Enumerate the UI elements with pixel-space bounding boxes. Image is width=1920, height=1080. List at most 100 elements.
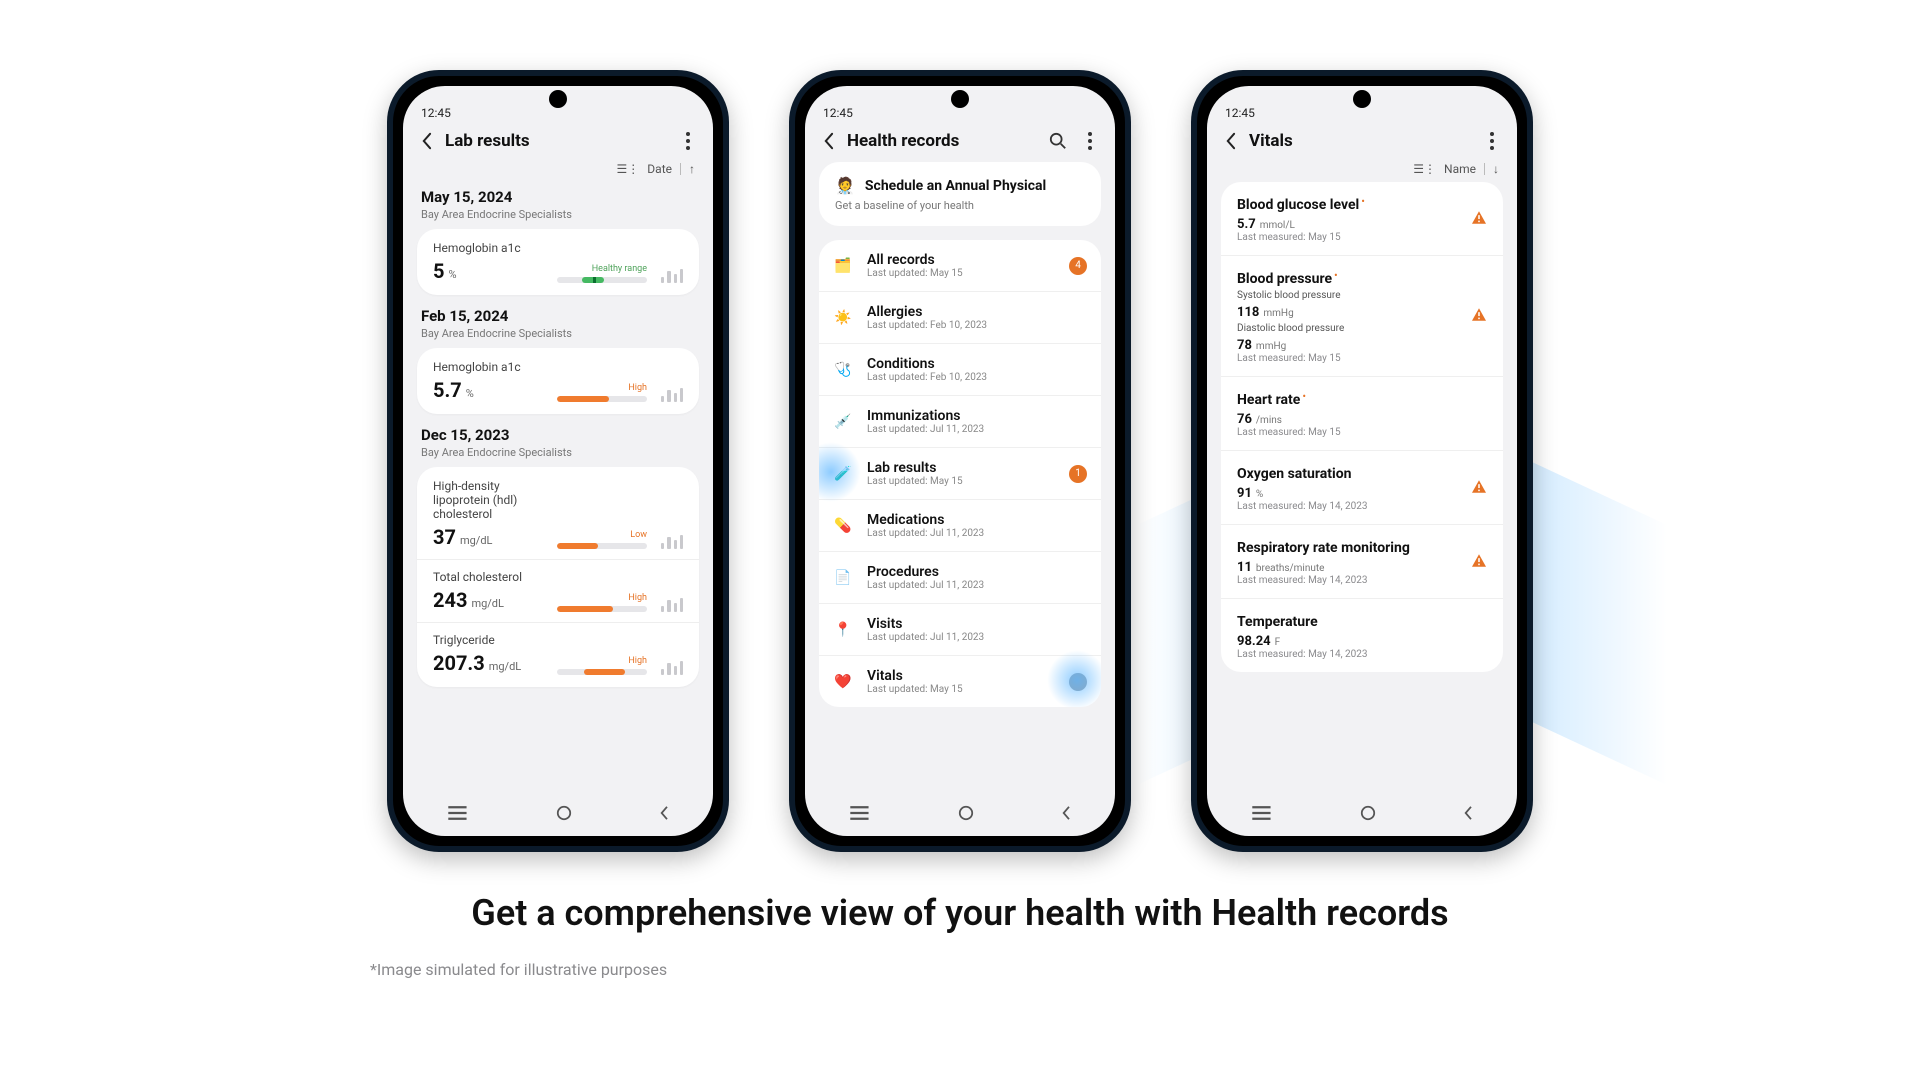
disclaimer: *Image simulated for illustrative purpos…: [370, 960, 667, 979]
screen-records: 12:45 Health records 🧑‍⚕️ Schedule an An…: [805, 86, 1115, 836]
record-title: All records: [867, 252, 1055, 268]
vitals-list: Blood glucose level•5.7mmol/LLast measur…: [1221, 182, 1503, 672]
record-badge: [1069, 673, 1087, 691]
back-button[interactable]: [819, 132, 837, 150]
vital-item-blood-glucose-level[interactable]: Blood glucose level•5.7mmol/LLast measur…: [1221, 182, 1503, 256]
recent-apps-button[interactable]: [446, 805, 469, 825]
vital-item-respiratory-rate-monitoring[interactable]: Respiratory rate monitoring11breaths/min…: [1221, 525, 1503, 599]
vital-value: 11: [1237, 560, 1252, 575]
vital-value: 98.24: [1237, 634, 1271, 649]
status-time: 12:45: [823, 106, 853, 120]
sort-direction-icon[interactable]: ↓: [1493, 162, 1499, 176]
warning-icon: [1471, 307, 1487, 326]
vital-last-measured: Last measured: May 15: [1237, 353, 1487, 364]
record-icon: ☀️: [833, 308, 853, 328]
vital-flag-icon: •: [1334, 269, 1338, 282]
sort-row: ☰⋮ Name ↓: [1207, 162, 1517, 182]
record-item-allergies[interactable]: ☀️AllergiesLast updated: Feb 10, 2023: [819, 292, 1101, 344]
lab-name: Hemoglobin a1c: [433, 360, 539, 374]
page-title: Lab results: [445, 131, 667, 151]
caption: Get a comprehensive view of your health …: [471, 892, 1448, 934]
vital-unit: mmHg: [1263, 308, 1293, 319]
back-button[interactable]: [1221, 132, 1239, 150]
recent-apps-button[interactable]: [1250, 805, 1273, 825]
record-item-lab-results[interactable]: 🧪Lab resultsLast updated: May 151: [819, 448, 1101, 500]
calendar-icon: 🧑‍⚕️: [835, 176, 855, 195]
more-icon[interactable]: [1079, 130, 1101, 152]
vital-item-blood-pressure[interactable]: Blood pressure•Systolic blood pressure11…: [1221, 256, 1503, 377]
vital-title: Blood pressure: [1237, 271, 1332, 287]
promo-card[interactable]: 🧑‍⚕️ Schedule an Annual Physical Get a b…: [819, 162, 1101, 226]
lab-row: High-density lipoprotein (hdl) cholester…: [433, 479, 683, 549]
page-title: Health records: [847, 131, 1037, 151]
lab-unit: mg/dL: [489, 660, 522, 673]
phone-health-records: 12:45 Health records 🧑‍⚕️ Schedule an An…: [789, 70, 1131, 852]
mini-chart-icon[interactable]: [661, 384, 683, 402]
nav-back-button[interactable]: [659, 805, 670, 825]
lab-name: Triglyceride: [433, 633, 539, 647]
filter-icon[interactable]: ☰⋮: [1413, 162, 1436, 176]
record-item-visits[interactable]: 📍VisitsLast updated: Jul 11, 2023: [819, 604, 1101, 656]
vital-title: Oxygen saturation: [1237, 466, 1351, 482]
search-icon[interactable]: [1047, 130, 1069, 152]
record-icon: 📍: [833, 620, 853, 640]
home-button[interactable]: [1360, 805, 1376, 825]
nav-back-button[interactable]: [1061, 805, 1072, 825]
more-icon[interactable]: [677, 130, 699, 152]
records-list: 🗂️All recordsLast updated: May 154☀️Alle…: [819, 240, 1101, 707]
range-bar: [557, 606, 647, 612]
lab-name: Total cholesterol: [433, 570, 539, 584]
range-label: Low: [630, 530, 647, 540]
vital-title: Heart rate: [1237, 392, 1300, 408]
filter-icon[interactable]: ☰⋮: [617, 162, 640, 176]
record-subtitle: Last updated: Jul 11, 2023: [867, 580, 1087, 591]
range-label: High: [628, 593, 647, 603]
sort-label[interactable]: Date: [647, 162, 672, 176]
back-button[interactable]: [417, 132, 435, 150]
lab-row: Total cholesterol243mg/dLHigh: [433, 570, 683, 612]
mini-chart-icon[interactable]: [661, 265, 683, 283]
vital-item-oxygen-saturation[interactable]: Oxygen saturation91%Last measured: May 1…: [1221, 451, 1503, 525]
record-item-vitals[interactable]: ❤️VitalsLast updated: May 15: [819, 656, 1101, 707]
record-subtitle: Last updated: May 15: [867, 268, 1055, 279]
record-title: Medications: [867, 512, 1087, 528]
screen-vitals: 12:45 Vitals ☰⋮ Name ↓ Blood glucose lev…: [1207, 86, 1517, 836]
record-item-conditions[interactable]: 🩺ConditionsLast updated: Feb 10, 2023: [819, 344, 1101, 396]
record-item-procedures[interactable]: 📄ProceduresLast updated: Jul 11, 2023: [819, 552, 1101, 604]
lab-card[interactable]: Hemoglobin a1c5%Healthy range: [417, 229, 699, 295]
record-item-immunizations[interactable]: 💉ImmunizationsLast updated: Jul 11, 2023: [819, 396, 1101, 448]
android-navbar: [1207, 794, 1517, 836]
lab-card[interactable]: Hemoglobin a1c5.7%High: [417, 348, 699, 414]
record-item-all-records[interactable]: 🗂️All recordsLast updated: May 154: [819, 240, 1101, 292]
marketing-stage: 12:45 Lab results ☰⋮ Date ↑ May 15, 2024…: [0, 0, 1920, 1080]
warning-icon: [1471, 552, 1487, 571]
home-button[interactable]: [556, 805, 572, 825]
phones-row: 12:45 Lab results ☰⋮ Date ↑ May 15, 2024…: [387, 70, 1533, 852]
recent-apps-button[interactable]: [848, 805, 871, 825]
home-button[interactable]: [958, 805, 974, 825]
lab-card[interactable]: High-density lipoprotein (hdl) cholester…: [417, 467, 699, 687]
sort-direction-icon[interactable]: ↑: [689, 162, 695, 176]
nav-back-button[interactable]: [1463, 805, 1474, 825]
range-bar: [557, 396, 647, 402]
mini-chart-icon[interactable]: [661, 594, 683, 612]
mini-chart-icon[interactable]: [661, 657, 683, 675]
vital-last-measured: Last measured: May 15: [1237, 427, 1487, 438]
section-date: Feb 15, 2024: [421, 307, 695, 325]
lab-row: Triglyceride207.3mg/dLHigh: [433, 633, 683, 675]
record-icon: 🗂️: [833, 256, 853, 276]
camera-notch: [1353, 90, 1371, 108]
mini-chart-icon[interactable]: [661, 531, 683, 549]
vital-last-measured: Last measured: May 14, 2023: [1237, 575, 1487, 586]
record-item-medications[interactable]: 💊MedicationsLast updated: Jul 11, 2023: [819, 500, 1101, 552]
warning-icon: [1471, 209, 1487, 228]
record-icon: 🩺: [833, 360, 853, 380]
lab-value: 5: [433, 259, 444, 283]
vital-item-temperature[interactable]: Temperature98.24FLast measured: May 14, …: [1221, 599, 1503, 672]
sort-label[interactable]: Name: [1444, 162, 1476, 176]
vital-item-heart-rate[interactable]: Heart rate•76/minsLast measured: May 15: [1221, 377, 1503, 451]
more-icon[interactable]: [1481, 130, 1503, 152]
records-content: 🧑‍⚕️ Schedule an Annual Physical Get a b…: [805, 162, 1115, 794]
range-label: High: [628, 383, 647, 393]
lab-row: Hemoglobin a1c5.7%High: [433, 360, 683, 402]
